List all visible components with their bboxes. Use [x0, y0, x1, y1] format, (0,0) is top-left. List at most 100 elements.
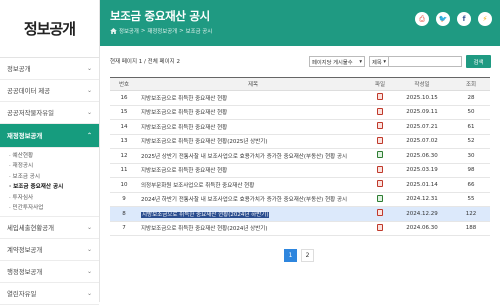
row-title[interactable]: 의정부문화원 보조사업으로 취득한 중요재산 현황 [141, 183, 254, 189]
facebook-icon[interactable]: f [457, 12, 471, 26]
row-file[interactable] [368, 148, 392, 164]
row-number: 9 [110, 192, 138, 207]
file-attachment-icon[interactable] [377, 122, 383, 130]
sidebar-item-label: 정보공개 [7, 65, 31, 73]
sidebar-item[interactable]: 공공저작물자유일 ⌄ [0, 102, 99, 124]
site-logo[interactable]: 정보공개 [0, 0, 99, 58]
page-button[interactable]: 2 [301, 249, 314, 262]
chevron-up-icon: ⌃ [86, 132, 92, 139]
row-file[interactable] [368, 206, 392, 222]
table-row[interactable]: 16 지방보조금으로 취득한 중요재산 현황 2025.10.15 28 [110, 90, 490, 106]
row-title-link[interactable]: 의정부문화원 보조사업으로 취득한 중요재산 현황 [138, 177, 368, 193]
table-row[interactable]: 14 지방보조금으로 취득한 중요재산 현황 2025.07.21 61 [110, 119, 490, 135]
table-row[interactable]: 12 2025년 상반기 전통사찰 내 보조사업으로 효용가치가 증가한 중요재산… [110, 148, 490, 164]
twitter-icon[interactable]: 🐦 [436, 12, 450, 26]
submenu-item[interactable]: · 민간투자사업 [9, 203, 99, 213]
row-date: 2025.01.14 [392, 177, 452, 193]
row-number: 12 [110, 148, 138, 164]
column-header: 조회 [452, 77, 490, 91]
row-title[interactable]: 지방보조금으로 취득한 중요재산 현황 [141, 110, 227, 116]
row-number: 10 [110, 177, 138, 193]
table-row[interactable]: 8 지방보조금으로 취득한 중요재산 현황(2024년 하반기) 2024.12.2… [110, 206, 490, 222]
row-title[interactable]: 지방보조금으로 취득한 중요재산 현황 [141, 168, 227, 174]
row-file[interactable] [368, 105, 392, 120]
table-row[interactable]: 9 2024년 하반기 전통사찰 내 보조사업으로 효용가치가 증가한 중요재산(… [110, 192, 490, 207]
row-title[interactable]: 2025년 상반기 전통사찰 내 보조사업으로 효용가치가 증가한 중요재산(부… [141, 154, 347, 160]
breadcrumb: 정보공개 > 재정정보공개 > 보조금 공시 [110, 27, 212, 35]
column-header: 파일 [368, 77, 392, 91]
submenu-item[interactable]: · 보조금 공시 [9, 172, 99, 182]
row-title-link[interactable]: 지방보조금으로 취득한 중요재산 현황 [138, 90, 368, 106]
sidebar-item-label: 세입세출현황공개 [7, 224, 55, 233]
chevron-down-icon: ▾ [383, 58, 386, 65]
search-field-select[interactable]: 제목 ▾ [369, 56, 389, 67]
submenu-item[interactable]: · 보조금 중요재산 공시 [9, 182, 99, 192]
page-size-select[interactable]: 페이지당 게시물수 ▾ [309, 56, 365, 67]
row-title[interactable]: 지방보조금으로 취득한 중요재산 현황(2025년 상반기) [141, 139, 267, 145]
sidebar-item[interactable]: 정보공개 ⌄ [0, 58, 99, 80]
table-header: 번호 제목 파일 작성일 조회 [110, 77, 490, 91]
row-title[interactable]: 지방보조금으로 취득한 중요재산 현황(2024년 상반기) [141, 226, 267, 232]
file-attachment-icon[interactable] [377, 223, 383, 231]
row-file[interactable] [368, 221, 392, 236]
home-icon[interactable] [110, 28, 117, 34]
file-attachment-icon[interactable] [377, 209, 383, 217]
row-title-link[interactable]: 지방보조금으로 취득한 중요재산 현황 [138, 105, 368, 120]
table-row[interactable]: 10 의정부문화원 보조사업으로 취득한 중요재산 현황 2025.01.14 66 [110, 177, 490, 193]
row-file[interactable] [368, 177, 392, 193]
row-date: 2025.03.19 [392, 163, 452, 178]
breadcrumb-item[interactable]: 보조금 공시 [186, 27, 213, 35]
table-row[interactable]: 15 지방보조금으로 취득한 중요재산 현황 2025.09.11 50 [110, 105, 490, 120]
row-title-link[interactable]: 2025년 상반기 전통사찰 내 보조사업으로 효용가치가 증가한 중요재산(부… [138, 148, 368, 164]
row-number: 7 [110, 221, 138, 236]
row-number: 15 [110, 105, 138, 120]
submenu-item[interactable]: · 재정공시 [9, 161, 99, 171]
file-attachment-icon[interactable] [377, 165, 383, 173]
table-row[interactable]: 13 지방보조금으로 취득한 중요재산 현황(2025년 상반기) 2025.07.… [110, 134, 490, 149]
file-attachment-icon[interactable] [377, 107, 383, 115]
row-title-link[interactable]: 지방보조금으로 취득한 중요재산 현황 [138, 163, 368, 178]
list-toolbar: 현재 페이지 1 / 전체 페이지 2 페이지당 게시물수 ▾ 제목 ▾ 검색 [100, 54, 500, 70]
breadcrumb-item[interactable]: 재정정보공개 [147, 27, 177, 35]
file-attachment-icon[interactable] [377, 93, 383, 101]
file-attachment-icon[interactable] [377, 194, 383, 202]
row-file[interactable] [368, 163, 392, 178]
sidebar-item[interactable]: 공공데이터 제공 ⌄ [0, 80, 99, 102]
row-title[interactable]: 지방보조금으로 취득한 중요재산 현황 [141, 125, 227, 131]
row-title[interactable]: 지방보조금으로 취득한 중요재산 현황 [141, 96, 227, 102]
file-attachment-icon[interactable] [377, 151, 383, 159]
row-file[interactable] [368, 134, 392, 149]
chevron-down-icon: ▾ [359, 58, 362, 65]
table-row[interactable]: 11 지방보조금으로 취득한 중요재산 현황 2025.03.19 98 [110, 163, 490, 178]
print-icon[interactable]: ⎙ [415, 12, 429, 26]
row-file[interactable] [368, 90, 392, 106]
chevron-down-icon: ⌄ [86, 65, 92, 72]
table-row[interactable]: 7 지방보조금으로 취득한 중요재산 현황(2024년 상반기) 2024.06.3… [110, 221, 490, 236]
sidebar-item[interactable]: 계약정보공개 ⌄ [0, 239, 99, 262]
page-button[interactable]: 1 [284, 249, 297, 262]
row-title-link[interactable]: 지방보조금으로 취득한 중요재산 현황(2024년 상반기) [138, 221, 368, 236]
row-views: 61 [452, 119, 490, 135]
column-header: 제목 [138, 77, 368, 91]
row-title-link[interactable]: 2024년 하반기 전통사찰 내 보조사업으로 효용가치가 증가한 중요재산(부… [138, 192, 368, 207]
row-views: 28 [452, 90, 490, 106]
row-title-link[interactable]: 지방보조금으로 취득한 중요재산 현황 [138, 119, 368, 135]
row-views: 66 [452, 177, 490, 193]
sidebar-item[interactable]: 행정정보공개 ⌄ [0, 261, 99, 284]
row-file[interactable] [368, 192, 392, 207]
file-attachment-icon[interactable] [377, 136, 383, 144]
row-file[interactable] [368, 119, 392, 135]
file-attachment-icon[interactable] [377, 180, 383, 188]
row-title-link[interactable]: 지방보조금으로 취득한 중요재산 현황(2024년 하반기) [138, 206, 368, 222]
row-title[interactable]: 2024년 하반기 전통사찰 내 보조사업으로 효용가치가 증가한 중요재산(부… [141, 197, 347, 203]
submenu-item[interactable]: · 투자심사 [9, 193, 99, 203]
search-button[interactable]: 검색 [466, 55, 491, 68]
submenu-item[interactable]: · 예산현황 [9, 151, 99, 161]
row-title[interactable]: 지방보조금으로 취득한 중요재산 현황(2024년 하반기) [141, 211, 270, 218]
share-icon[interactable]: ⚡ [478, 12, 492, 26]
sidebar-item[interactable]: 재정정보공개 ⌃ [0, 124, 99, 148]
chevron-down-icon: ⌄ [86, 268, 92, 276]
row-title-link[interactable]: 지방보조금으로 취득한 중요재산 현황(2025년 상반기) [138, 134, 368, 149]
sidebar-item[interactable]: 세입세출현황공개 ⌄ [0, 217, 99, 240]
breadcrumb-item[interactable]: 정보공개 [119, 27, 139, 35]
